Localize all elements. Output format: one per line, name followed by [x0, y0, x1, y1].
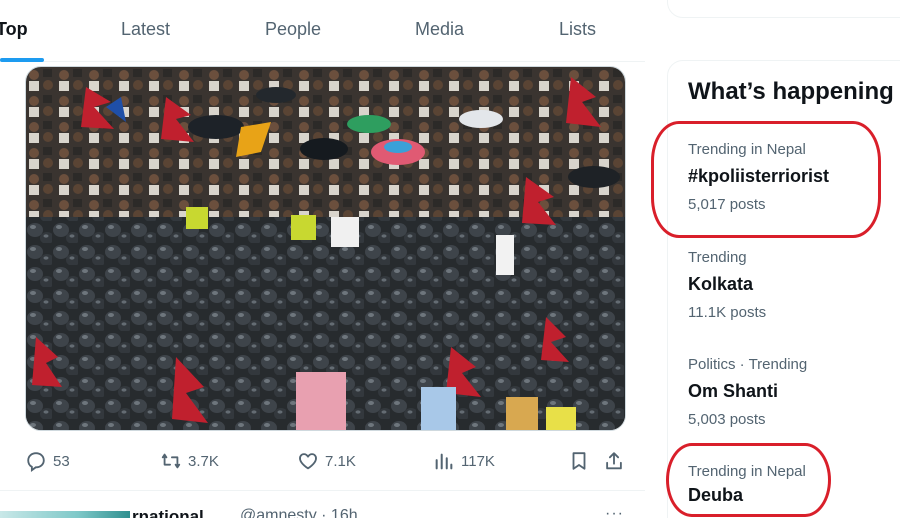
- trend-name: Om Shanti: [688, 381, 779, 401]
- active-tab-indicator: [0, 58, 44, 62]
- retweet-count: 3.7K: [188, 452, 219, 470]
- reply-count: 53: [53, 452, 70, 470]
- trend-name: Deuba: [688, 485, 744, 505]
- next-tweet-author[interactable]: rnational: [132, 507, 204, 518]
- trend-post-count: 5,003 posts: [688, 411, 766, 428]
- next-tweet-banner: [0, 511, 130, 518]
- trend-item[interactable]: Trending in Nepal Deuba: [667, 452, 900, 518]
- retweet-button[interactable]: 3.7K: [160, 448, 219, 474]
- trend-meta: Trending in Nepal: [688, 141, 806, 158]
- trend-post-count: 11.1K posts: [688, 304, 767, 321]
- views-icon: [435, 453, 453, 470]
- timeline-column: Top Latest People Media Lists 53 3.7K 7.…: [0, 0, 645, 518]
- tab-media[interactable]: Media: [415, 0, 464, 62]
- trend-item[interactable]: Trending Kolkata 11.1K posts: [667, 238, 900, 338]
- bookmark-icon: [572, 452, 586, 470]
- like-count: 7.1K: [325, 452, 356, 470]
- crowd-photo-illustration: [26, 67, 625, 430]
- whats-happening-title: What’s happening: [688, 78, 894, 105]
- tab-people[interactable]: People: [265, 0, 321, 62]
- views-button[interactable]: 117K: [433, 448, 495, 474]
- trend-meta: Trending in Nepal: [688, 463, 806, 480]
- retweet-icon: [161, 453, 181, 469]
- tweet-photo[interactable]: [25, 66, 626, 431]
- more-options-icon[interactable]: ···: [605, 505, 624, 518]
- tab-top[interactable]: Top: [0, 0, 28, 62]
- share-icon: [606, 452, 622, 470]
- tab-lists[interactable]: Lists: [559, 0, 596, 62]
- trend-item[interactable]: Politics · Trending Om Shanti 5,003 post…: [667, 345, 900, 445]
- like-icon: [299, 453, 317, 470]
- share-button[interactable]: [603, 448, 631, 474]
- views-count: 117K: [461, 452, 495, 470]
- trend-name: #kpoliisterriorist: [688, 166, 830, 186]
- next-tweet[interactable]: rnational @amnesty · 16h ···: [0, 490, 645, 518]
- sidebar-top-box: [667, 0, 900, 18]
- search-tabs: Top Latest People Media Lists: [0, 0, 645, 62]
- reply-button[interactable]: 53: [25, 448, 70, 474]
- trend-post-count: 5,017 posts: [688, 196, 766, 213]
- next-tweet-handle: @amnesty · 16h: [240, 507, 358, 518]
- like-button[interactable]: 7.1K: [297, 448, 356, 474]
- bookmark-button[interactable]: [568, 448, 596, 474]
- tab-latest[interactable]: Latest: [121, 0, 170, 62]
- trend-meta: Trending: [688, 249, 747, 266]
- trend-meta: Politics · Trending: [688, 356, 808, 373]
- trend-name: Kolkata: [688, 274, 754, 294]
- reply-icon: [27, 452, 45, 472]
- trend-item[interactable]: Trending in Nepal #kpoliisterriorist 5,0…: [667, 130, 900, 230]
